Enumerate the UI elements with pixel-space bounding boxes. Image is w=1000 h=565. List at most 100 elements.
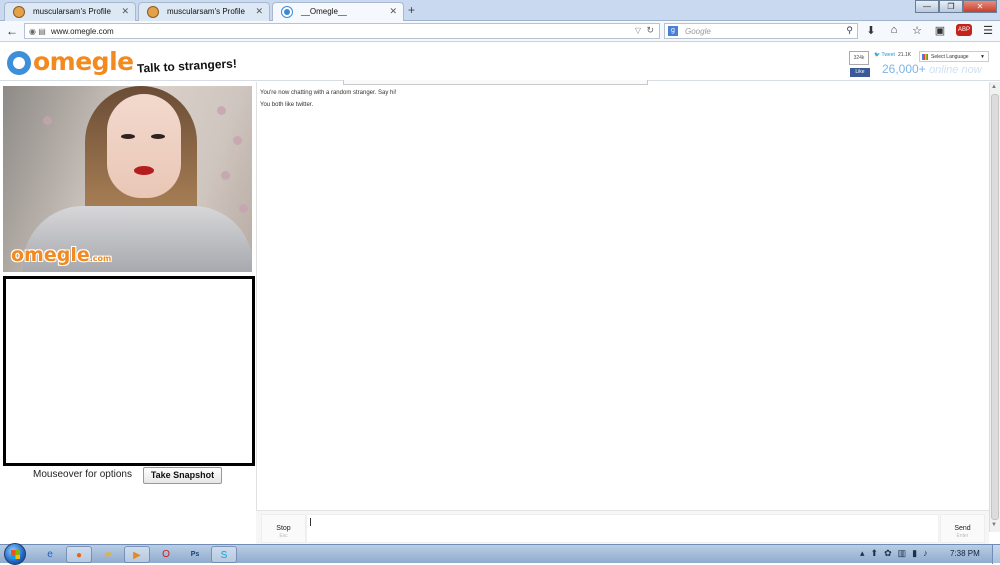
self-video[interactable]: [3, 276, 255, 466]
online-count: 26,000+ online now: [882, 62, 982, 76]
wallpaper-dot: [217, 106, 226, 115]
site-logo[interactable]: omegle: [33, 47, 134, 76]
facebook-like-button[interactable]: Like: [850, 68, 870, 77]
bookmarks-list-icon[interactable]: ▣: [933, 24, 947, 37]
download-icon[interactable]: ⬇: [864, 24, 878, 37]
tagline: Talk to strangers!: [136, 56, 238, 76]
wallpaper-dot: [233, 136, 242, 145]
options-hint: Mouseover for options: [33, 469, 132, 480]
url-bar[interactable]: ◉ ▤ www.omegle.com ▽ ↻: [24, 23, 660, 39]
video-person-face: [107, 94, 181, 198]
scroll-down-icon[interactable]: ▼: [991, 522, 997, 528]
signal-icon[interactable]: ▮: [912, 548, 917, 559]
google-translate-icon: [922, 54, 928, 60]
tray-expand-icon[interactable]: ▴: [860, 548, 865, 559]
reload-icon[interactable]: ↻: [646, 25, 654, 36]
online-label: online now: [929, 64, 982, 76]
firefox-icon[interactable]: ●: [66, 546, 92, 563]
tweet-label: Tweet: [881, 52, 895, 58]
search-icon[interactable]: ⚲: [846, 25, 853, 36]
tab-muscularsam-profile-1[interactable]: muscularsam's Profile ✕: [4, 2, 136, 21]
omegle-favicon-icon: [281, 6, 293, 18]
toolbar-icons: ⬇ ⌂ ☆ ▣ ABP ☰: [864, 24, 995, 37]
search-bar[interactable]: g Google ⚲: [664, 23, 858, 39]
scroll-thumb[interactable]: [991, 94, 999, 520]
navigation-bar: ← ◉ ▤ www.omegle.com ▽ ↻ g Google ⚲ ⬇ ⌂ …: [0, 21, 1000, 42]
close-tab-icon[interactable]: ✕: [389, 6, 397, 17]
url-dropdown-icon[interactable]: ▽: [635, 26, 641, 35]
window-controls: — ❐ ✕: [915, 0, 997, 13]
language-label: Select Language: [931, 54, 969, 60]
system-tray: ▴ ⬆ ✿ ▥ ▮ ♪: [860, 548, 928, 559]
tweet-count: 21.1K: [898, 52, 912, 58]
tab-omegle[interactable]: __Omegle__ ✕: [272, 2, 404, 22]
media-player-icon[interactable]: ▶: [124, 546, 150, 563]
profile-favicon-icon: [13, 6, 25, 18]
omegle-logo-icon[interactable]: [7, 51, 31, 75]
system-message: You both like twitter.: [260, 102, 314, 108]
browser-tab-strip: muscularsam's Profile ✕ muscularsam's Pr…: [0, 0, 1000, 22]
online-number: 26,000+: [882, 62, 926, 76]
explorer-icon[interactable]: ▰: [95, 546, 121, 563]
opera-icon[interactable]: O: [153, 546, 179, 563]
skype-icon[interactable]: S: [211, 546, 237, 563]
stop-hint: Esc: [279, 533, 288, 539]
tab-label: muscularsam's Profile: [167, 7, 245, 16]
tray-app-icon[interactable]: ✿: [884, 548, 892, 559]
message-input[interactable]: [306, 514, 939, 543]
video-lips: [134, 166, 154, 175]
site-identity-icon[interactable]: ◉ ▤: [29, 27, 46, 36]
close-tab-icon[interactable]: ✕: [121, 6, 129, 17]
maximize-button[interactable]: ❐: [939, 0, 963, 13]
video-watermark: omegle.com: [11, 244, 111, 266]
close-tab-icon[interactable]: ✕: [255, 6, 263, 17]
adblock-icon[interactable]: ABP: [956, 24, 972, 36]
watermark-suffix: .com: [89, 254, 112, 263]
network-icon[interactable]: ▥: [898, 548, 907, 559]
minimize-button[interactable]: —: [915, 0, 939, 13]
close-window-button[interactable]: ✕: [963, 0, 997, 13]
tab-label: muscularsam's Profile: [33, 7, 111, 16]
chat-top-banner: [343, 80, 648, 85]
show-desktop-button[interactable]: [992, 545, 1000, 564]
twitter-bird-icon: 🐦: [874, 52, 881, 58]
watermark-main: omegle: [11, 244, 90, 266]
stop-label: Stop: [276, 525, 291, 532]
stop-button[interactable]: Stop Esc: [261, 514, 306, 543]
send-label: Send: [954, 525, 971, 532]
volume-icon[interactable]: ♪: [923, 548, 928, 559]
tweet-button[interactable]: 🐦 Tweet: [874, 52, 895, 58]
bookmark-star-icon[interactable]: ☆: [910, 24, 924, 37]
home-icon[interactable]: ⌂: [887, 24, 901, 37]
update-icon[interactable]: ⬆: [871, 548, 879, 559]
system-message: You're now chatting with a random strang…: [260, 90, 397, 96]
text-caret: [310, 518, 311, 526]
ie-icon[interactable]: e: [37, 546, 63, 563]
gplus-count-badge[interactable]: 324k: [849, 51, 869, 65]
taskbar-clock[interactable]: 7:38 PM: [950, 549, 980, 558]
chat-log: You're now chatting with a random strang…: [256, 80, 989, 510]
back-arrow-icon[interactable]: ←: [6, 24, 18, 38]
video-eye: [151, 134, 165, 139]
search-placeholder: Google: [685, 27, 711, 36]
menu-icon[interactable]: ☰: [981, 24, 995, 37]
new-tab-button[interactable]: +: [408, 3, 415, 17]
tab-label: __Omegle__: [301, 7, 347, 16]
video-eye: [121, 134, 135, 139]
wallpaper-dot: [43, 116, 52, 125]
send-button[interactable]: Send Enter: [940, 514, 985, 543]
photoshop-icon[interactable]: Ps: [182, 546, 208, 563]
profile-favicon-icon: [147, 6, 159, 18]
url-text: www.omegle.com: [51, 27, 114, 36]
page-scrollbar[interactable]: ▲ ▼: [989, 82, 1000, 532]
tab-muscularsam-profile-2[interactable]: muscularsam's Profile ✕: [138, 2, 270, 21]
windows-flag-icon: [11, 550, 20, 559]
wallpaper-dot: [221, 171, 230, 180]
stranger-video[interactable]: omegle.com: [3, 86, 252, 272]
take-snapshot-button[interactable]: Take Snapshot: [143, 467, 222, 484]
start-button[interactable]: [4, 543, 26, 565]
scroll-up-icon[interactable]: ▲: [991, 84, 997, 90]
language-select[interactable]: Select Language ▼: [919, 51, 989, 62]
google-icon[interactable]: g: [668, 26, 678, 36]
chat-input-row: Stop Esc Send Enter: [256, 510, 989, 544]
